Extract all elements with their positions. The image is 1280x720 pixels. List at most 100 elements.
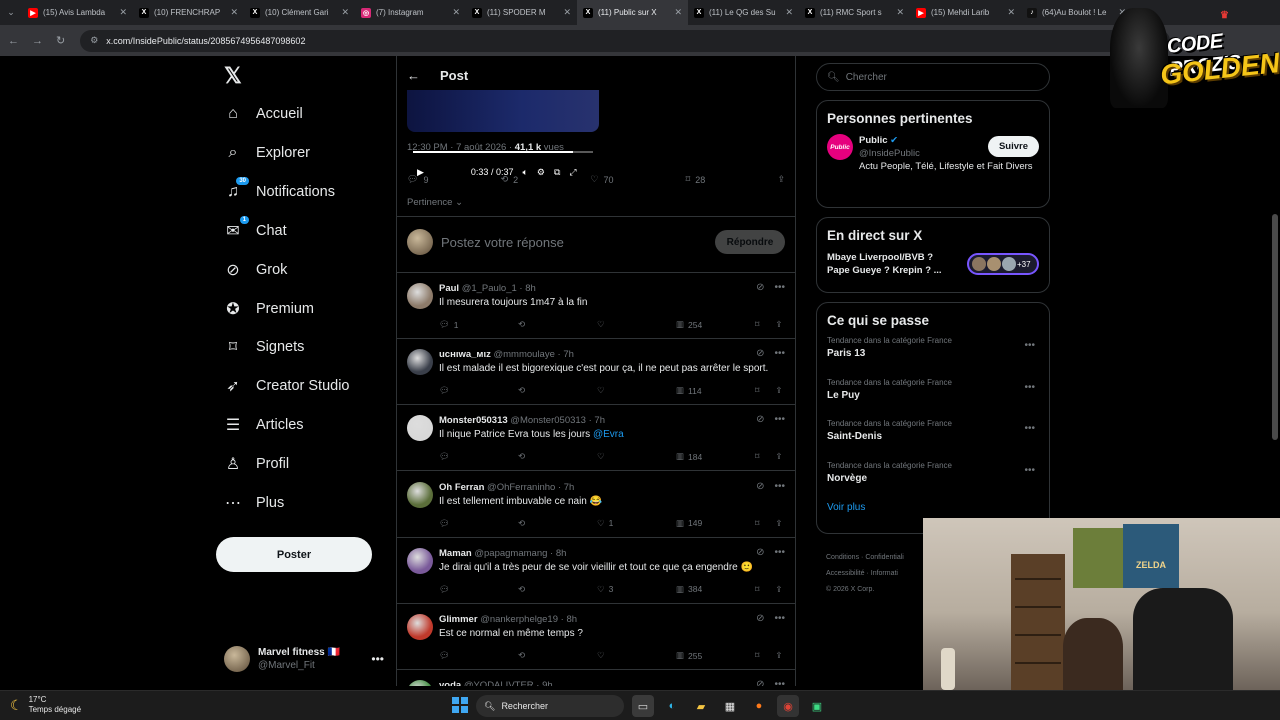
firefox-icon[interactable]: ●: [748, 695, 770, 717]
bookmark-icon[interactable]: ⌑: [755, 650, 759, 661]
nav-item-premium[interactable]: ✪ Premium: [224, 294, 314, 324]
reply-action[interactable]: 💬︎ 1: [439, 319, 469, 330]
views-action[interactable]: ▥ 254: [676, 319, 706, 330]
back-icon[interactable]: ←: [8, 35, 19, 47]
grok-icon[interactable]: ⊘: [756, 414, 764, 425]
reply-item[interactable]: Maman @papagmamang · 8h Je dirai qu'il a …: [397, 538, 795, 604]
person-row[interactable]: Public Public ✔ @InsidePublic Actu Peopl…: [827, 134, 1039, 173]
browser-tab[interactable]: X (11) RMC Sport s ✕: [799, 0, 910, 25]
browser-tab[interactable]: ▶ (15) Mehdi Larib ✕: [910, 0, 1021, 25]
reply-author[interactable]: Glimmer: [439, 614, 478, 625]
repost-action[interactable]: ⟲ 2: [501, 174, 519, 185]
scrollbar-thumb[interactable]: [1272, 214, 1278, 440]
reply-time[interactable]: 8h: [525, 283, 536, 294]
reply-time[interactable]: 8h: [566, 614, 577, 625]
repost-action[interactable]: ⟲: [518, 518, 548, 529]
more-icon[interactable]: •••: [774, 282, 785, 293]
reply-item[interactable]: Glimmer @nankerphelge19 · 8h Est ce norma…: [397, 604, 795, 670]
bookmark-icon[interactable]: ⌑: [755, 319, 759, 330]
video-player[interactable]: [407, 90, 599, 132]
reply-item[interactable]: Paul @1_Paulo_1 · 8h Il mesurera toujours…: [397, 273, 795, 339]
scrollbar[interactable]: [1270, 56, 1280, 518]
see-more-link[interactable]: Voir plus: [827, 502, 1039, 513]
live-space-row[interactable]: Mbaye Liverpool/BVB ? Pape Gueye ? Krepi…: [827, 251, 1039, 277]
nav-item-creator-studio[interactable]: ➶ Creator Studio: [224, 371, 349, 401]
site-info-icon[interactable]: ⚙: [90, 35, 98, 46]
footer-link[interactable]: Confidentiali: [865, 554, 904, 561]
x-logo-icon[interactable]: 𝕏: [224, 65, 244, 87]
close-icon[interactable]: ✕: [785, 7, 793, 18]
windows-start-icon[interactable]: [452, 697, 468, 713]
reply-action[interactable]: 💬︎: [439, 385, 469, 396]
reply-author[interactable]: Monster050313: [439, 415, 508, 426]
nav-item-notifications[interactable]: ♫ 30 Notifications: [224, 176, 335, 207]
repost-action[interactable]: ⟲: [518, 584, 548, 595]
browser-tab[interactable]: ▶ (15) Avis Lambda ✕: [22, 0, 133, 25]
trend-item[interactable]: Tendance dans la catégorie France Saint-D…: [827, 419, 1039, 461]
browser-tab[interactable]: X (10) FRENCHRAP ✕: [133, 0, 244, 25]
browser-tab[interactable]: ◎ (7) Instagram ✕: [355, 0, 466, 25]
close-icon[interactable]: ✕: [341, 7, 349, 18]
heart-action[interactable]: ♡ 3: [597, 584, 627, 595]
forward-icon[interactable]: →: [32, 35, 43, 47]
browser-tab[interactable]: X (10) Clément Gari ✕: [244, 0, 355, 25]
reply-author[interactable]: Paul: [439, 283, 459, 294]
share-icon[interactable]: ⇪: [775, 584, 782, 595]
footer-link[interactable]: Accessibilité: [826, 570, 865, 577]
trend-item[interactable]: Tendance dans la catégorie France Le Puy •…: [827, 378, 1039, 420]
heart-action[interactable]: ♡: [597, 319, 627, 330]
reply-author[interactable]: Maman: [439, 548, 472, 559]
close-icon[interactable]: ✕: [896, 7, 904, 18]
reply-action[interactable]: 💬︎ 9: [407, 174, 428, 185]
sort-dropdown[interactable]: Pertinence ⌄: [407, 197, 463, 208]
nav-item-profil[interactable]: ♙ Profil: [224, 449, 289, 479]
views-action[interactable]: ▥ 149: [676, 518, 706, 529]
more-icon[interactable]: •••: [1024, 465, 1035, 476]
follow-button[interactable]: Suivre: [987, 136, 1039, 157]
bookmark-icon[interactable]: ⌑: [755, 451, 759, 462]
views-action[interactable]: ▥ 114: [676, 385, 706, 396]
browser-tab[interactable]: X (11) Le QG des Su ✕: [688, 0, 799, 25]
avatar[interactable]: [407, 283, 433, 309]
close-icon[interactable]: ✕: [230, 7, 238, 18]
heart-action[interactable]: ♡: [597, 650, 627, 661]
weather-widget[interactable]: ☾ 17°C Temps dégagé: [10, 695, 81, 715]
file-explorer-icon[interactable]: ▰: [690, 695, 712, 717]
bookmark-icon[interactable]: ⌑: [755, 518, 759, 529]
taskbar-search[interactable]: 🔍︎ Rechercher: [476, 695, 624, 717]
share-action[interactable]: ⇪: [777, 174, 785, 185]
close-icon[interactable]: ✕: [563, 7, 571, 18]
reply-handle[interactable]: @YODALIVTER: [464, 680, 534, 686]
account-switcher[interactable]: Marvel fitness 🇫🇷 @Marvel_Fit •••: [224, 644, 384, 674]
reply-item[interactable]: Monster050313 @Monster050313 · 7h Il niqu…: [397, 405, 795, 472]
trend-item[interactable]: Tendance dans la catégorie France Paris 1…: [827, 336, 1039, 378]
reply-author[interactable]: Oh Ferran: [439, 482, 484, 493]
browser-tab[interactable]: X (11) Public sur X ✕: [577, 0, 688, 25]
grok-icon[interactable]: ⊘: [756, 481, 764, 492]
more-icon[interactable]: •••: [774, 348, 785, 359]
share-icon[interactable]: ⇪: [775, 518, 782, 529]
reply-input[interactable]: Postez votre réponse: [441, 235, 707, 250]
avatar[interactable]: [407, 349, 433, 376]
more-icon[interactable]: •••: [774, 414, 785, 425]
url-field[interactable]: ⚙ x.com/InsidePublic/status/208567495648…: [80, 29, 1171, 52]
trend-item[interactable]: Tendance dans la catégorie France Norvège…: [827, 461, 1039, 503]
share-icon[interactable]: ⇪: [775, 385, 782, 396]
search-field[interactable]: 🔍︎ Chercher: [816, 63, 1050, 91]
more-icon[interactable]: •••: [1024, 423, 1035, 434]
more-icon[interactable]: •••: [774, 547, 785, 558]
browser-tab[interactable]: X (11) SPODER M ✕: [466, 0, 577, 25]
mention-link[interactable]: @Evra: [593, 429, 624, 440]
more-icon[interactable]: •••: [774, 481, 785, 492]
avatar[interactable]: [407, 680, 433, 686]
grok-icon[interactable]: ⊘: [756, 613, 764, 624]
reply-author[interactable]: ucнιwa_мιz: [439, 349, 491, 360]
more-icon[interactable]: •••: [774, 613, 785, 624]
reply-handle[interactable]: @1_Paulo_1: [462, 283, 517, 294]
reply-item[interactable]: Oh Ferran @OhFerraninho · 7h Il est telle…: [397, 472, 795, 538]
grok-icon[interactable]: ⊘: [756, 348, 764, 359]
more-icon[interactable]: •••: [1024, 382, 1035, 393]
avatar[interactable]: [407, 481, 433, 508]
close-icon[interactable]: ✕: [119, 7, 127, 18]
reply-handle[interactable]: @Monster050313: [510, 415, 586, 426]
